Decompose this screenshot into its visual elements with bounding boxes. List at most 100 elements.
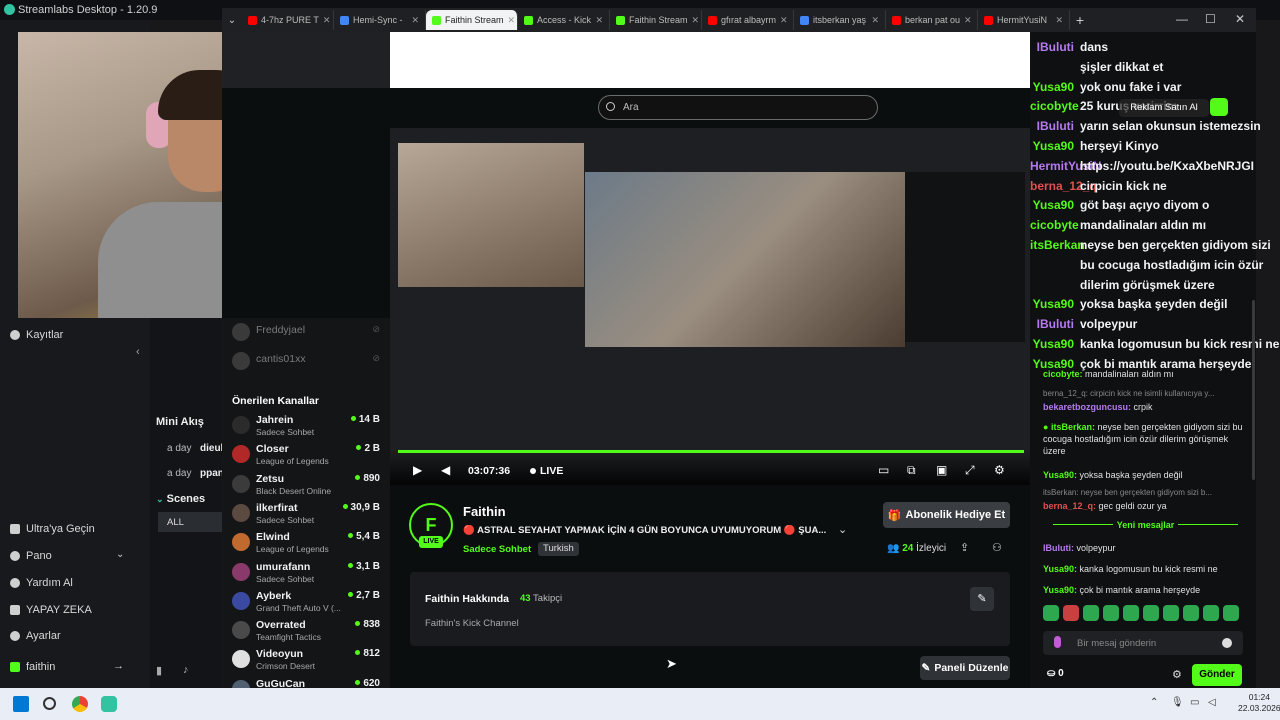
tab-search-dropdown-icon[interactable]: ⌄ (222, 10, 242, 30)
sidebar-channel[interactable]: Zetsu Black Desert Online 890 (232, 472, 382, 500)
emote-icon[interactable] (1103, 605, 1119, 621)
browser-tab[interactable]: Faithin Stream ✕ (610, 10, 702, 30)
chat-message-input[interactable]: Bir mesaj gönderin (1043, 631, 1243, 655)
sidebar-channel[interactable]: Overrated Teamfight Tactics 838 (232, 618, 382, 646)
browser-tab[interactable]: berkan pat ou ✕ (886, 10, 978, 30)
browser-tab[interactable]: HermitYusiN ✕ (978, 10, 1070, 30)
sidebar-channel[interactable]: Jahrein Sadece Sohbet 14 B (232, 413, 382, 441)
streamlabs-icon[interactable] (101, 696, 117, 712)
emote-icon[interactable] (1083, 605, 1099, 621)
edit-panels-button[interactable]: ✎ Paneli Düzenle (920, 656, 1010, 680)
scenes-title[interactable]: ⌄ Scenes (156, 493, 205, 505)
chevron-down-icon[interactable]: ⌄ (838, 523, 847, 536)
emote-icon[interactable] (1063, 605, 1079, 621)
chat-username[interactable]: itsBerkan (1030, 238, 1085, 252)
nav-ai[interactable]: YAPAY ZEKA (10, 604, 92, 616)
miniplayer-icon[interactable]: ▣ (936, 463, 947, 477)
nav-help[interactable]: Yardım Al (10, 577, 73, 589)
sidebar-channel[interactable]: Elwind League of Legends 5,4 B (232, 530, 382, 558)
browser-tab[interactable]: itsberkan yaş ✕ (794, 10, 886, 30)
gear-icon[interactable]: ⚙ (994, 463, 1005, 477)
chrome-icon[interactable] (72, 696, 88, 712)
close-icon[interactable]: ✕ (508, 15, 516, 26)
channel-name[interactable]: Faithin (463, 504, 506, 519)
close-window-icon[interactable]: ✕ (1235, 12, 1245, 26)
nav-dashboard[interactable]: Pano (10, 550, 52, 562)
sidebar-channel-offline[interactable]: cantis01xx ⊘ (232, 349, 382, 377)
chat-username[interactable]: Yusa90 (1030, 337, 1074, 351)
new-tab-icon[interactable]: + (1070, 12, 1090, 28)
chat-username[interactable]: Yusa90 (1030, 198, 1074, 212)
chat-username[interactable]: cicobyte (1030, 99, 1079, 113)
sidebar-channel[interactable]: ilkerfirat Sadece Sohbet 30,9 B (232, 501, 382, 529)
clip-icon[interactable]: ⧉ (907, 463, 916, 478)
collapse-arrow-icon[interactable]: ‹ (136, 346, 140, 358)
search-input[interactable]: Ara (598, 95, 878, 120)
close-icon[interactable]: ✕ (323, 15, 331, 26)
minimize-icon[interactable]: — (1176, 12, 1188, 26)
volume-icon[interactable]: ◁ (1208, 697, 1216, 708)
stream-category[interactable]: Sadece Sohbet (463, 544, 531, 555)
emote-icon[interactable] (1163, 605, 1179, 621)
emote-icon[interactable] (1043, 605, 1059, 621)
chat-username[interactable]: IBuluti (1030, 119, 1074, 133)
live-indicator[interactable]: LIVE (530, 465, 563, 477)
browser-tab[interactable]: Hemi-Sync - ✕ (334, 10, 426, 30)
share-icon[interactable]: ⇪ (960, 541, 969, 554)
sidebar-channel[interactable]: Closer League of Legends 2 B (232, 442, 382, 470)
windows-start-icon[interactable] (13, 696, 29, 712)
maximize-icon[interactable]: ☐ (1205, 12, 1216, 26)
sidebar-channel-offline[interactable]: Freddyjael ⊘ (232, 320, 382, 348)
play-icon[interactable]: ▶ (413, 463, 422, 477)
browser-tab[interactable]: gfırat albayrm ✕ (702, 10, 794, 30)
chevron-down-icon[interactable]: ⌄ (116, 549, 124, 560)
sidebar-channel[interactable]: Ayberk Grand Theft Auto V (... 2,7 B (232, 589, 382, 617)
gear-icon[interactable]: ⚙ (1172, 668, 1182, 681)
channel-points[interactable]: ⛀ 0 (1047, 668, 1064, 679)
emoji-icon[interactable] (1222, 638, 1232, 648)
chat-username[interactable]: IBuluti (1030, 317, 1074, 331)
emote-icon[interactable] (1123, 605, 1139, 621)
search-icon[interactable] (43, 697, 56, 710)
close-icon[interactable]: ✕ (692, 15, 700, 26)
volume-icon[interactable]: ◀ (441, 463, 450, 477)
chat-username[interactable]: Yusa90 (1030, 139, 1074, 153)
theater-mode-icon[interactable]: ▭ (878, 463, 889, 477)
video-progress-bar[interactable] (398, 450, 1024, 453)
add-user-icon[interactable]: ⚇ (992, 541, 1002, 554)
microphone-icon[interactable] (1054, 636, 1061, 648)
browser-tab[interactable]: 4-7hz PURE T ✕ (242, 10, 334, 30)
fullscreen-icon[interactable]: ⤢ (965, 463, 975, 478)
close-icon[interactable]: ✕ (780, 15, 788, 26)
nav-recordings[interactable]: Kayıtlar (10, 329, 63, 341)
nav-account[interactable]: faithin (10, 661, 55, 673)
chat-username[interactable]: cicobyte (1030, 218, 1079, 232)
close-icon[interactable]: ✕ (871, 15, 879, 26)
chevron-up-icon[interactable]: ⌃ (1150, 697, 1158, 708)
emote-icon[interactable] (1223, 605, 1239, 621)
logout-icon[interactable]: → (113, 660, 124, 672)
chat-scrollbar[interactable] (1252, 300, 1255, 480)
emote-icon[interactable] (1203, 605, 1219, 621)
nav-ultra[interactable]: Ultra'ya Geçin (10, 523, 95, 535)
microphone-icon[interactable]: 🎙 (1171, 697, 1184, 708)
bell-icon[interactable]: ♪ (183, 664, 189, 676)
chat-username[interactable]: IBuluti (1030, 40, 1074, 54)
browser-tab[interactable]: Access - Kick ✕ (518, 10, 610, 30)
emote-icon[interactable] (1183, 605, 1199, 621)
taskbar-clock[interactable]: 01:24 22.03.2026 (1238, 692, 1280, 714)
close-icon[interactable]: ✕ (595, 15, 603, 26)
close-icon[interactable]: ✕ (411, 15, 419, 26)
edit-icon[interactable]: ✎ (970, 587, 994, 611)
chat-username[interactable]: HermitYusiN (1030, 159, 1101, 173)
stream-tag[interactable]: Turkish (538, 542, 579, 556)
chat-username[interactable]: Yusa90 (1030, 80, 1074, 94)
close-icon[interactable]: ✕ (1055, 15, 1063, 26)
chat-username[interactable]: Yusa90 (1030, 297, 1074, 311)
sidebar-channel[interactable]: Videoyun Crimson Desert 812 (232, 647, 382, 675)
chat-username[interactable]: berna_12_q (1030, 179, 1097, 193)
gift-subscription-button[interactable]: 🎁 Abonelik Hediye Et (883, 502, 1010, 528)
browser-tab-active[interactable]: Faithin Stream ✕ (426, 10, 518, 30)
stats-icon[interactable]: ▮ (156, 664, 162, 677)
scenes-filter-all[interactable]: ALL (158, 512, 222, 532)
